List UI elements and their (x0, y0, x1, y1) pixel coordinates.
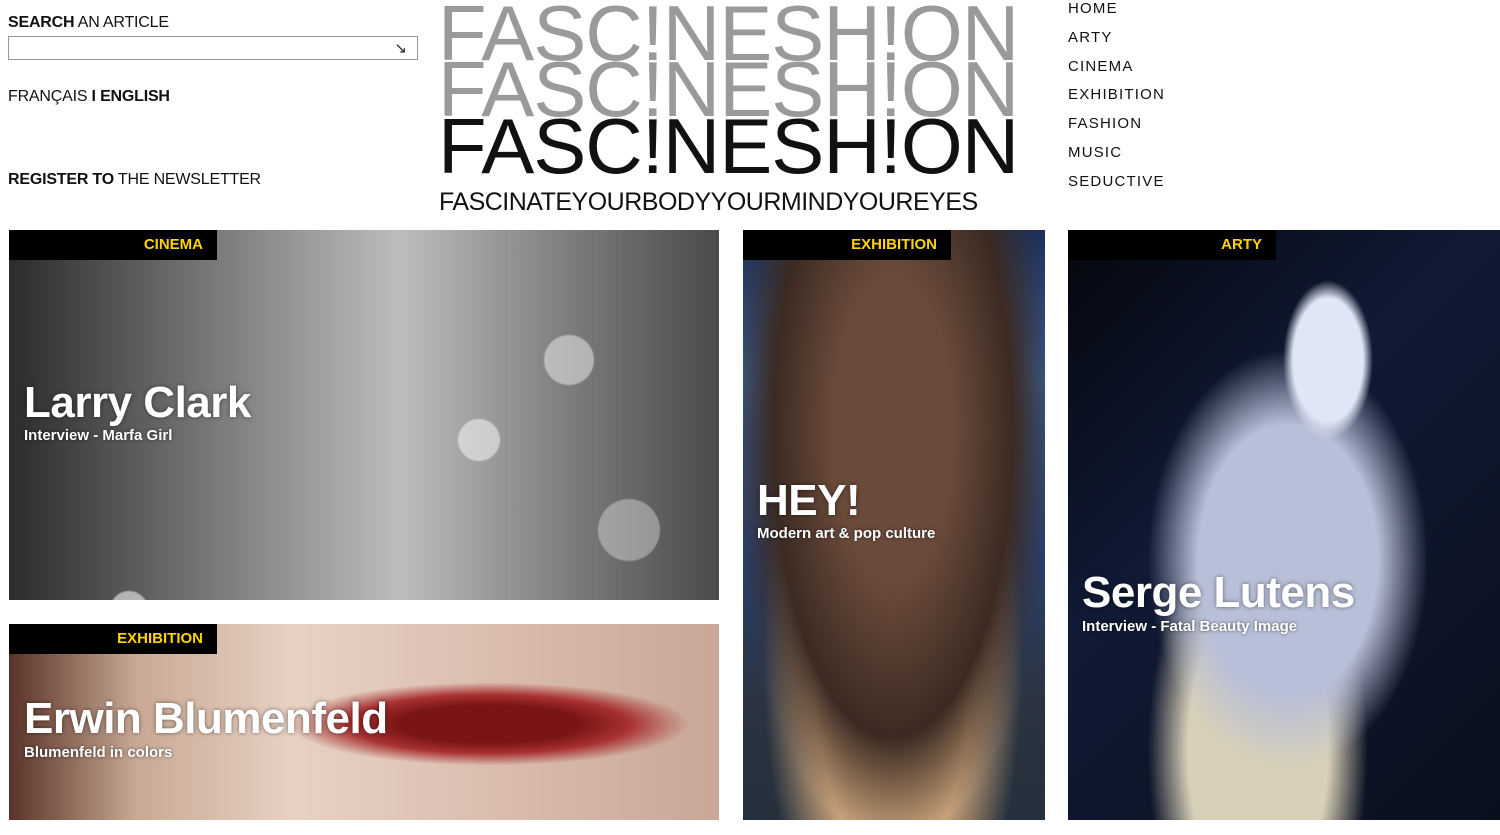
tile-subtitle: Blumenfeld in colors (24, 744, 173, 761)
search-label-strong: SEARCH (8, 14, 75, 31)
tile-category-tag[interactable]: EXHIBITION (743, 230, 951, 260)
article-tile-larry-clark[interactable]: CINEMA Larry Clark Interview - Marfa Gir… (9, 230, 719, 600)
tile-title[interactable]: Serge Lutens (1082, 568, 1355, 618)
logo-tagline: FASCINATEYOURBODYYOURMINDYOUREYES (439, 188, 978, 216)
tile-title[interactable]: Larry Clark (24, 378, 251, 428)
tile-title[interactable]: HEY! (757, 476, 861, 526)
logo-wordmark-ghost-1: FASC!NESH!ON (438, 0, 1019, 62)
search-label-rest: AN ARTICLE (74, 14, 169, 31)
language-switcher: FRANÇAIS I ENGLISH (8, 88, 170, 106)
nav-item-home[interactable]: HOME (1068, 0, 1165, 29)
lang-francais-link[interactable]: FRANÇAIS (8, 88, 88, 105)
nav-item-exhibition[interactable]: EXHIBITION (1068, 86, 1165, 115)
nav-item-arty[interactable]: ARTY (1068, 29, 1165, 58)
nav-item-seductive[interactable]: SEDUCTIVE (1068, 173, 1165, 202)
newsletter-strong: REGISTER TO (8, 171, 114, 188)
tile-category-tag[interactable]: EXHIBITION (9, 624, 217, 654)
article-tile-erwin-blumenfeld[interactable]: EXHIBITION Erwin Blumenfeld Blumenfeld i… (9, 624, 719, 820)
nav-item-cinema[interactable]: CINEMA (1068, 58, 1165, 87)
tile-subtitle: Interview - Marfa Girl (24, 427, 173, 444)
tile-category-tag[interactable]: ARTY (1068, 230, 1276, 260)
logo-wordmark[interactable]: FASC!NESH!ON (438, 113, 1060, 175)
lang-english-link[interactable]: ENGLISH (100, 88, 170, 105)
search-input[interactable]: ↘ (8, 36, 418, 60)
main-nav: HOME ARTY CINEMA EXHIBITION FASHION MUSI… (1068, 0, 1165, 202)
nav-item-fashion[interactable]: FASHION (1068, 115, 1165, 144)
tile-category-tag[interactable]: CINEMA (9, 230, 217, 260)
newsletter-register-link[interactable]: REGISTER TO THE NEWSLETTER (8, 171, 261, 189)
nav-item-music[interactable]: MUSIC (1068, 144, 1165, 173)
logo-wordmark-ghost-2: FASC!NESH!ON (438, 56, 1019, 118)
article-tile-serge-lutens[interactable]: ARTY Serge Lutens Interview - Fatal Beau… (1068, 230, 1500, 820)
search-go-icon[interactable]: ↘ (394, 39, 407, 57)
newsletter-rest: THE NEWSLETTER (113, 171, 261, 188)
tile-title[interactable]: Erwin Blumenfeld (24, 694, 388, 744)
tile-subtitle: Interview - Fatal Beauty Image (1082, 618, 1298, 635)
tile-subtitle: Modern art & pop culture (757, 525, 936, 542)
lang-separator: I (87, 88, 101, 105)
search-label: SEARCH AN ARTICLE (8, 14, 169, 32)
article-tile-hey[interactable]: EXHIBITION HEY! Modern art & pop culture (743, 230, 1045, 820)
